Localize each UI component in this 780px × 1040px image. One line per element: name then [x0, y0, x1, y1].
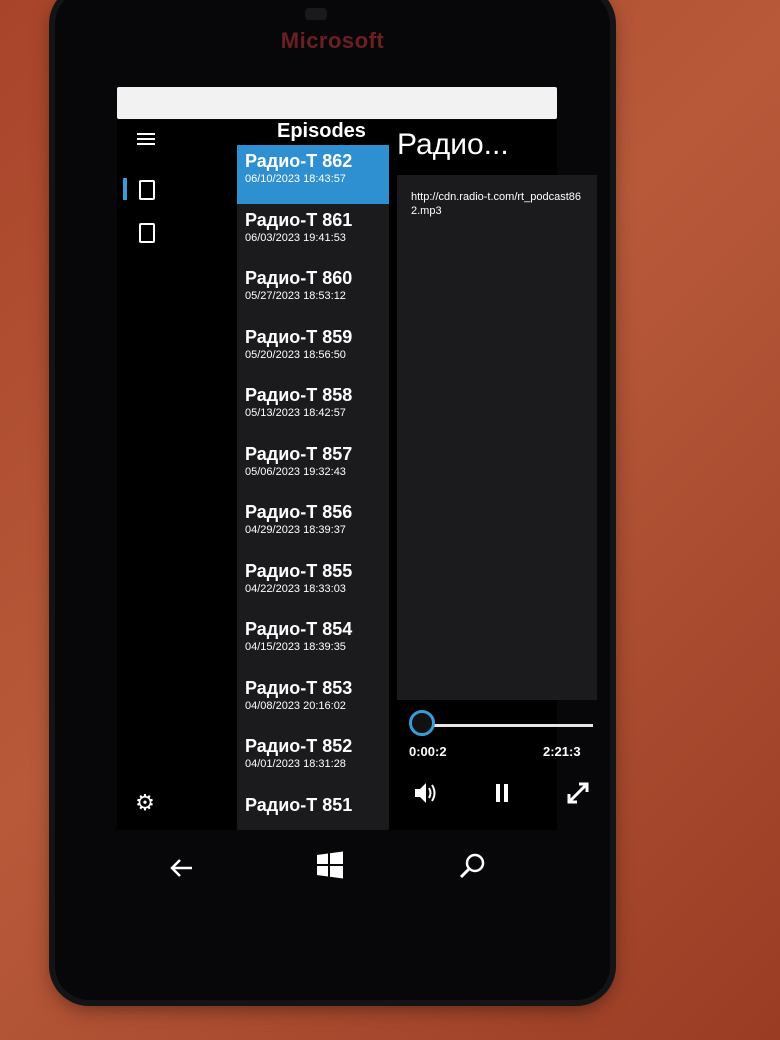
nav-rail: ⚙ [117, 120, 177, 830]
episode-date: 05/20/2023 18:56:50 [245, 348, 346, 361]
episode-item[interactable]: Радио-Т 851 [237, 789, 389, 831]
episode-list[interactable]: Радио-Т 862 06/10/2023 18:43:57 Радио-Т 86… [237, 145, 389, 830]
hamburger-icon[interactable] [127, 130, 163, 166]
episode-title: Радио-Т 857 [245, 443, 353, 464]
episode-item[interactable]: Радио-Т 861 06/03/2023 19:41:53 [237, 204, 389, 263]
page-icon [139, 180, 155, 200]
player-media-area [397, 175, 597, 700]
speaker-grille [305, 8, 327, 20]
episodes-header: Episodes [277, 120, 366, 142]
app-screen: ⚙ Episodes Радио-Т 862 06/10/2023 18:43:5… [117, 120, 597, 830]
episode-title: Радио-Т 854 [245, 619, 353, 639]
current-time: 0:00:2 [409, 744, 447, 759]
episode-title: Радио-Т 853 [245, 677, 353, 698]
back-arrow-icon[interactable] [162, 850, 202, 890]
episode-date: 04/15/2023 18:39:35 [245, 641, 346, 653]
media-url: http://cdn.radio-t.com/rt_podcast862.mp3 [411, 191, 581, 217]
episode-item[interactable]: Радио-Т 854 04/15/2023 18:39:35 [237, 613, 389, 672]
episode-item[interactable]: Радио-Т 853 04/08/2023 20:16:02 [237, 672, 389, 731]
episode-title: Радио-Т 858 [245, 385, 353, 405]
episode-title: Радио-Т 861 [245, 209, 353, 230]
nav-item-page[interactable] [127, 215, 163, 251]
nav-item-page-selected[interactable] [123, 172, 163, 208]
episode-item[interactable]: Радио-Т 859 05/20/2023 18:56:50 [237, 321, 389, 380]
episode-title: Радио-Т 852 [245, 736, 353, 756]
episode-title: Радио-Т 862 [245, 151, 353, 171]
episode-title: Радио-Т 855 [245, 560, 353, 581]
episode-date: 06/03/2023 19:41:53 [245, 231, 346, 244]
brand-logo: Microsoft [280, 28, 385, 53]
page-icon [139, 223, 155, 243]
episode-item[interactable]: Радио-Т 860 05/27/2023 18:53:12 [237, 262, 389, 321]
episode-title: Радио-Т 856 [245, 502, 353, 522]
episode-item[interactable]: Радио-Т 852 04/01/2023 18:31:28 [237, 730, 389, 789]
episode-item[interactable]: Радио-Т 856 04/29/2023 18:39:37 [237, 496, 389, 555]
gear-icon[interactable]: ⚙ [127, 785, 163, 821]
episode-date: 05/13/2023 18:42:57 [245, 407, 346, 419]
episode-title: Радио-Т 851 [245, 794, 353, 815]
system-nav-bar [117, 840, 557, 900]
episode-title: Радио-Т 859 [245, 326, 353, 347]
volume-icon[interactable] [409, 778, 443, 812]
episode-item[interactable]: Радио-Т 855 04/22/2023 18:33:03 [237, 555, 389, 614]
episode-date: 05/06/2023 19:32:43 [245, 465, 346, 478]
search-icon[interactable] [452, 850, 492, 890]
episode-item[interactable]: Радио-Т 858 05/13/2023 18:42:57 [237, 379, 389, 438]
episode-date: 04/29/2023 18:39:37 [245, 524, 346, 536]
episode-date: 04/22/2023 18:33:03 [245, 582, 346, 595]
status-bar [117, 87, 557, 119]
episode-date: 06/10/2023 18:43:57 [245, 173, 346, 185]
windows-icon[interactable] [310, 850, 350, 890]
episode-date: 04/01/2023 18:31:28 [245, 758, 346, 770]
episode-date: 04/08/2023 20:16:02 [245, 699, 346, 712]
fullscreen-icon[interactable] [561, 778, 595, 812]
episode-date: 05/27/2023 18:53:12 [245, 290, 346, 302]
pause-icon[interactable] [485, 778, 519, 812]
episode-item[interactable]: Радио-Т 862 06/10/2023 18:43:57 [237, 145, 389, 204]
seek-thumb[interactable] [409, 710, 435, 736]
player-title: Радио... [397, 128, 509, 161]
episode-title: Радио-Т 860 [245, 268, 353, 288]
episode-item[interactable]: Радио-Т 857 05/06/2023 19:32:43 [237, 438, 389, 497]
seek-track[interactable] [417, 724, 593, 727]
total-duration: 2:21:3 [543, 744, 581, 759]
